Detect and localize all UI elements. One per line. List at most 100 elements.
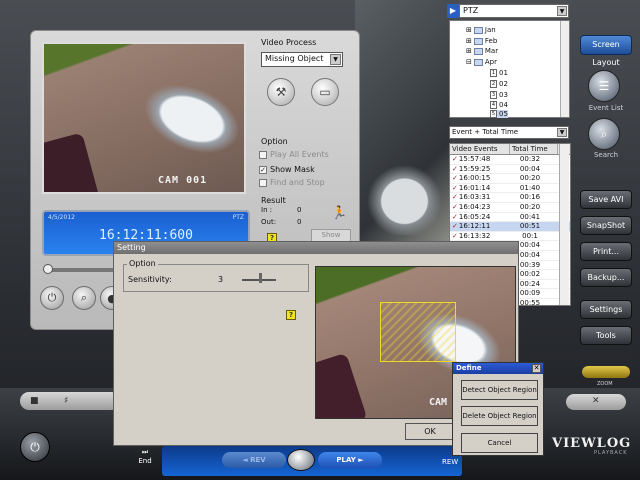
tree-item-day[interactable]: 4 04 (490, 101, 508, 109)
ok-button[interactable]: OK (405, 423, 455, 440)
event-list-button[interactable]: ☰ (588, 70, 620, 102)
tree-item-feb[interactable]: ⊞ Feb (466, 37, 497, 45)
video-process-selected: Missing Object (265, 54, 324, 63)
close-icon[interactable]: ✕ (532, 364, 541, 373)
tree-item-day-selected[interactable]: 5 05 (490, 110, 508, 118)
event-table-header: Video Events Total Time (450, 144, 570, 155)
event-check-icon[interactable]: ✓ (452, 165, 458, 173)
process-settings-button[interactable]: ⚒ (267, 78, 295, 106)
play-source-icon[interactable]: ▶ (447, 4, 459, 18)
camera-view[interactable]: CAM 001 (42, 42, 246, 194)
square-icon[interactable]: ■ (30, 396, 39, 406)
table-row[interactable]: ✓16:00:15 00:20 (450, 174, 570, 184)
table-row[interactable]: ✓16:04:23 00:20 (450, 203, 570, 213)
lcd-ptz: PTZ (232, 214, 244, 221)
define-dialog-title[interactable]: Define (453, 363, 543, 374)
find-and-stop-checkbox[interactable] (259, 178, 267, 187)
mute-icon[interactable]: ✕ (592, 396, 600, 406)
power-playback-button[interactable]: ⏻ (40, 286, 64, 310)
play-all-events-option[interactable]: Play All Events (259, 150, 329, 159)
video-process-select[interactable]: Missing Object ▼ (261, 52, 343, 67)
power-button[interactable]: ⏻ (20, 432, 50, 462)
object-region-mask[interactable] (380, 302, 456, 362)
table-row[interactable]: ✓16:13:32 00:1 (450, 232, 570, 242)
tree-item-apr[interactable]: ⊟ Apr (466, 58, 497, 66)
print-button[interactable]: Print... (580, 242, 632, 261)
seek-track[interactable] (45, 268, 115, 272)
save-avi-button[interactable]: Save AVI (580, 190, 632, 209)
skip-end-icon: ⏭ (141, 448, 149, 456)
day-icon: 2 (490, 80, 497, 88)
table-row[interactable]: ✓15:59:25 00:04 (450, 165, 570, 175)
event-check-icon[interactable]: ✓ (452, 203, 458, 211)
cancel-button[interactable]: Cancel (461, 433, 538, 453)
event-scrollbar[interactable] (559, 144, 569, 305)
power-icon: ⏻ (30, 439, 40, 454)
table-row[interactable]: ✓16:01:14 01:40 (450, 184, 570, 194)
event-time-cell: ✓16:01:14 (450, 184, 510, 193)
table-row[interactable]: ✓16:12:11 00:51 (450, 222, 570, 232)
event-check-icon[interactable]: ✓ (452, 222, 458, 230)
setting-dialog-title[interactable]: Setting (114, 242, 518, 254)
expand-icon: ⊞ (466, 37, 472, 45)
event-check-icon[interactable]: ✓ (452, 155, 458, 163)
lcd-date: 4/5/2012 (48, 214, 75, 221)
setting-option-title: Option (127, 259, 158, 268)
play-all-events-checkbox[interactable] (259, 150, 267, 159)
seek-handle[interactable] (43, 264, 53, 274)
event-check-icon[interactable]: ✓ (452, 193, 458, 201)
process-run-button[interactable]: ▭ (311, 78, 339, 106)
backup-button[interactable]: Backup... (580, 268, 632, 287)
show-mask-option[interactable]: ✓ Show Mask (259, 165, 315, 174)
tree-item-day[interactable]: 1 01 (490, 69, 508, 77)
tree-item-day[interactable]: 2 02 (490, 80, 508, 88)
table-row[interactable]: ✓16:03:31 00:16 (450, 193, 570, 203)
camera-label: CAM 001 (158, 175, 208, 186)
end-button[interactable]: ⏭ End (131, 448, 159, 465)
date-tree[interactable]: ⊞ Jan ⊞ Feb ⊞ Mar ⊟ Apr 1 01 2 02 3 03 4 04 5 05 (449, 20, 570, 118)
event-total-cell: 00:51 (519, 222, 541, 231)
event-check-icon[interactable]: ✓ (452, 232, 458, 240)
event-time: 16:04:23 (458, 202, 491, 211)
rewind-button[interactable]: REW (442, 458, 458, 466)
search-button[interactable]: ⌕ (588, 118, 620, 150)
brand-subtitle: PLAYBACK (594, 450, 628, 456)
event-check-icon[interactable]: ✓ (452, 174, 458, 182)
delete-object-region-button[interactable]: Delete Object Region (461, 406, 538, 426)
tree-scrollbar[interactable] (560, 21, 569, 117)
find-and-stop-option[interactable]: Find and Stop (259, 178, 325, 187)
tree-item-jan[interactable]: ⊞ Jan (466, 26, 496, 34)
table-row[interactable]: ✓16:05:24 00:41 (450, 213, 570, 223)
camera-dark-object (44, 132, 101, 192)
preview-camera-label: CAM (429, 397, 448, 408)
tools-button[interactable]: Tools (580, 326, 632, 345)
screen-layout-button[interactable]: Screen Layout (580, 35, 632, 67)
folder-icon (473, 37, 483, 45)
jog-dial[interactable] (287, 449, 315, 471)
play-button[interactable]: PLAY ► (318, 452, 382, 468)
column-header[interactable]: Total Time (510, 144, 558, 154)
detect-object-region-button[interactable]: Detect Object Region (461, 380, 538, 400)
zoom-slider[interactable] (582, 366, 630, 378)
tree-item-mar[interactable]: ⊞ Mar (466, 47, 498, 55)
expand-icon: ⊞ (466, 47, 472, 55)
day-icon: 5 (490, 110, 497, 118)
equalizer-icon[interactable]: ♯ (64, 396, 68, 406)
snapshot-button[interactable]: SnapShot (580, 216, 632, 235)
tree-item-day[interactable]: 3 03 (490, 91, 508, 99)
event-filter-select[interactable]: Event + Total Time ▼ (449, 126, 569, 139)
show-mask-checkbox[interactable]: ✓ (259, 165, 267, 174)
column-header[interactable]: Video Events (450, 144, 510, 154)
tree-label: Apr (484, 58, 497, 66)
source-select[interactable]: PTZ ▼ (459, 4, 569, 18)
event-check-icon[interactable]: ✓ (452, 184, 458, 192)
settings-button[interactable]: Settings (580, 300, 632, 319)
event-check-icon[interactable]: ✓ (452, 213, 458, 221)
sensitivity-slider-thumb[interactable] (259, 273, 262, 283)
setting-help-icon[interactable]: ? (286, 310, 296, 320)
reverse-button[interactable]: ◄ REV (222, 452, 286, 468)
show-mask-label: Show Mask (270, 165, 315, 174)
zoom-button[interactable]: ⌕ (72, 286, 96, 310)
table-row[interactable]: ✓15:57:48 00:32 (450, 155, 570, 165)
expand-icon: ⊞ (466, 26, 472, 34)
